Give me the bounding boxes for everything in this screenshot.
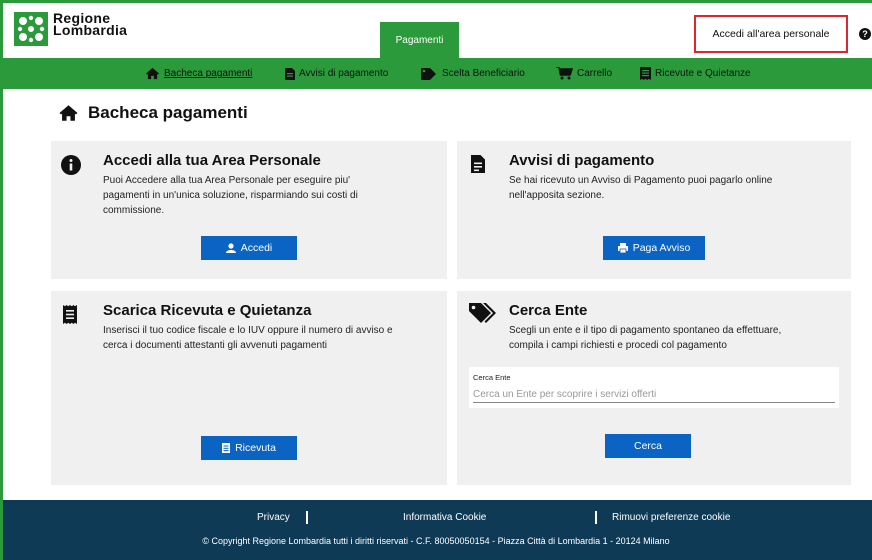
nav-item-scelta-beneficiario[interactable]: Scelta Beneficiario xyxy=(421,58,525,89)
paga-avviso-button-label: Paga Avviso xyxy=(632,242,691,254)
nav-item-ricevute-e-quietanze[interactable]: Ricevute e Quietanze xyxy=(640,58,751,89)
cerca-ente-search-box: Cerca Ente xyxy=(469,367,839,408)
printer-icon xyxy=(617,243,628,253)
nav-label: Bacheca pagamenti xyxy=(164,68,253,79)
footer-link-informativa-cookie[interactable]: Informativa Cookie xyxy=(403,512,486,523)
paga-avviso-button[interactable]: Paga Avviso xyxy=(603,236,705,260)
tab-pagamenti[interactable]: Pagamenti xyxy=(380,22,459,58)
card-description: Scegli un ente e il tipo di pagamento sp… xyxy=(509,323,781,353)
card-area-personale: Accedi alla tua Area Personale Puoi Acce… xyxy=(51,141,447,279)
card-description-line: compila i campi richiesti e procedi col … xyxy=(509,340,727,351)
card-description-line: pagamenti in un'unica soluzione, risparm… xyxy=(103,190,358,201)
rosa-camuna-icon xyxy=(14,12,48,46)
card-description-line: commissione. xyxy=(103,205,165,216)
card-avvisi-di-pagamento: Avvisi di pagamento Se hai ricevuto un A… xyxy=(457,141,851,279)
card-description: Inserisci il tuo codice fiscale e lo IUV… xyxy=(103,323,393,353)
nav-item-carrello[interactable]: Carrello xyxy=(556,58,612,89)
footer: Privacy Informativa Cookie Rimuovi prefe… xyxy=(0,500,872,560)
card-cerca-ente: Cerca Ente Scegli un ente e il tipo di p… xyxy=(457,291,851,485)
home-icon xyxy=(146,67,159,80)
tags-icon xyxy=(469,303,497,330)
page-title: Bacheca pagamenti xyxy=(58,103,248,123)
tag-icon xyxy=(421,67,436,80)
card-description-line: Scegli un ente e il tipo di pagamento sp… xyxy=(509,325,782,336)
card-title: Cerca Ente xyxy=(509,302,588,319)
card-description: Se hai ricevuto un Avviso di Pagamento p… xyxy=(509,173,772,203)
document-icon xyxy=(471,155,485,178)
nav-bar: Bacheca pagamenti Avvisi di pagamento Sc… xyxy=(0,58,872,89)
nav-item-bacheca-pagamenti[interactable]: Bacheca pagamenti xyxy=(145,58,252,89)
card-description-line: Se hai ricevuto un Avviso di Pagamento p… xyxy=(509,175,773,186)
ricevuta-button-label: Ricevuta xyxy=(235,442,276,454)
user-icon xyxy=(225,243,236,253)
receipt-icon xyxy=(63,305,77,329)
home-icon xyxy=(59,105,78,121)
document-icon xyxy=(285,67,295,80)
cerca-ente-search-input[interactable] xyxy=(473,386,835,403)
footer-separator xyxy=(595,511,597,524)
footer-link-privacy[interactable]: Privacy xyxy=(257,512,290,523)
ricevuta-button[interactable]: Ricevuta xyxy=(201,436,297,460)
card-description-line: Inserisci il tuo codice fiscale e lo IUV… xyxy=(103,325,393,336)
help-icon[interactable]: ? xyxy=(859,28,871,40)
footer-separator xyxy=(306,511,308,524)
search-label: Cerca Ente xyxy=(473,373,511,382)
footer-link-rimuovi-cookie[interactable]: Rimuovi preferenze cookie xyxy=(612,512,730,523)
login-button[interactable]: Accedi all'area personale xyxy=(694,15,848,53)
accedi-button[interactable]: Accedi xyxy=(201,236,297,260)
card-description: Puoi Accedere alla tua Area Personale pe… xyxy=(103,173,358,218)
regione-lombardia-logo[interactable]: Regione Lombardia xyxy=(14,11,128,46)
info-icon xyxy=(61,155,81,180)
nav-label: Ricevute e Quietanze xyxy=(655,68,751,79)
receipt-icon xyxy=(640,67,651,80)
document-icon xyxy=(222,443,231,453)
cerca-button[interactable]: Cerca xyxy=(605,434,691,458)
header: Regione Lombardia Pagamenti Accedi all'a… xyxy=(0,0,872,58)
cart-icon xyxy=(556,67,573,80)
card-scarica-ricevuta: Scarica Ricevuta e Quietanza Inserisci i… xyxy=(51,291,447,485)
page-title-text: Bacheca pagamenti xyxy=(88,103,248,122)
card-description-line: nell'apposita sezione. xyxy=(509,190,605,201)
card-title: Avvisi di pagamento xyxy=(509,152,655,169)
accedi-button-label: Accedi xyxy=(240,242,273,254)
card-description-line: cerca i documenti attestanti gli avvenut… xyxy=(103,340,328,351)
nav-label: Carrello xyxy=(577,68,613,79)
logo-line2: Lombardia xyxy=(53,22,128,38)
nav-label: Scelta Beneficiario xyxy=(442,68,525,79)
card-description-line: Puoi Accedere alla tua Area Personale pe… xyxy=(103,175,351,186)
nav-label: Avvisi di pagamento xyxy=(299,68,389,79)
copyright-text: © Copyright Regione Lombardia tutti i di… xyxy=(202,536,670,546)
card-title: Accedi alla tua Area Personale xyxy=(103,152,321,169)
nav-item-avvisi-di-pagamento[interactable]: Avvisi di pagamento xyxy=(285,58,388,89)
card-title: Scarica Ricevuta e Quietanza xyxy=(103,302,312,319)
logo-text: Regione Lombardia xyxy=(53,11,128,38)
cerca-button-label: Cerca xyxy=(633,440,662,452)
